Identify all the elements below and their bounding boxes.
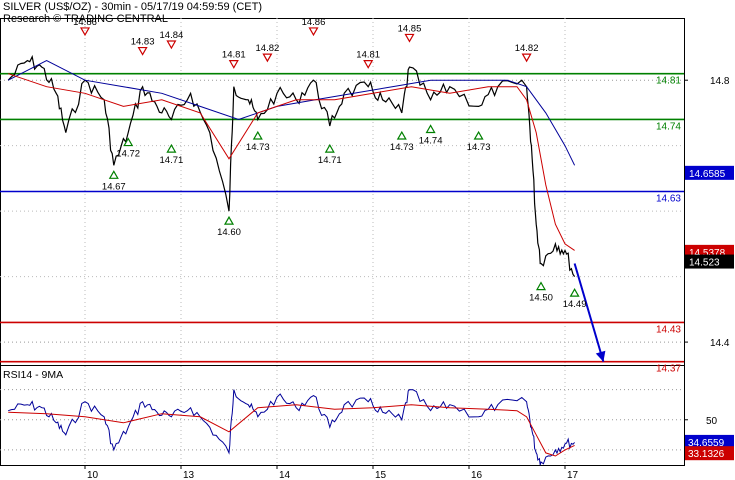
swing-high-label: 14.81 — [356, 50, 380, 61]
price-series — [7, 54, 606, 466]
level-label: 14.74 — [656, 121, 681, 132]
swing-high-marker — [166, 40, 177, 50]
swing-markers: 14.86 14.83 14.84 14.81 14.82 14.86 14.81 14.85… — [73, 17, 586, 310]
swing-high-label: 14.86 — [73, 17, 97, 28]
swing-low-label: 14.71 — [318, 155, 342, 166]
swing-low-marker — [473, 130, 484, 140]
swing-low-label: 14.73 — [246, 142, 270, 153]
plot-frame — [0, 18, 685, 466]
forecast-arrow-line — [573, 263, 605, 363]
x-axis-label: 14 — [279, 470, 291, 480]
x-axis-label: 17 — [567, 470, 579, 480]
x-axis-label: 13 — [183, 470, 195, 480]
swing-high-label: 14.84 — [160, 30, 184, 41]
swing-high-label: 14.86 — [302, 17, 326, 28]
swing-low-marker — [166, 143, 177, 153]
price-axis-label: 14.8 — [710, 76, 730, 87]
frame — [0, 18, 685, 466]
swing-low-label: 14.49 — [563, 299, 587, 310]
price-axis-label: 14.4 — [710, 338, 730, 349]
swing-high-marker — [404, 33, 415, 43]
swing-high-marker — [228, 60, 239, 69]
rsi-title: RSI14 - 9MA — [3, 369, 63, 381]
level-label: 14.37 — [656, 364, 681, 375]
swing-low-label: 14.73 — [390, 142, 414, 153]
swing-high-label: 14.81 — [222, 50, 246, 61]
level-label: 14.81 — [656, 76, 681, 87]
rsi-ma-line — [8, 404, 575, 457]
chart-canvas: 14.8114.7414.6314.4314.37 14.8614.8314.8… — [0, 17, 734, 480]
x-axis-label: 16 — [471, 470, 483, 480]
swing-low-label: 14.73 — [467, 142, 491, 153]
swing-low-label: 14.50 — [529, 293, 553, 304]
swing-low-marker — [223, 215, 235, 225]
swing-high-label: 14.82 — [256, 43, 280, 54]
price-value-label: 14.6585 — [689, 169, 726, 180]
rsi-axis-label: 50 — [706, 416, 718, 427]
level-label: 14.63 — [656, 194, 681, 205]
swing-high-label: 14.82 — [515, 43, 539, 54]
swing-low-marker — [535, 281, 547, 291]
ma-fast-line — [8, 73, 575, 251]
swing-low-label: 14.60 — [217, 227, 241, 238]
rsi-value-label: 33.1326 — [688, 449, 725, 460]
swing-high-marker — [79, 27, 91, 37]
swing-low-label: 14.74 — [419, 135, 443, 146]
rsi-line — [8, 389, 575, 466]
swing-high-marker — [137, 46, 148, 56]
swing-low-label: 14.72 — [116, 149, 140, 160]
level-label: 14.43 — [656, 324, 681, 335]
price-value-label: 14.523 — [689, 258, 720, 269]
level-lines: 14.81 14.74 14.63 14.43 14.37 — [0, 72, 684, 375]
swing-low-marker — [108, 170, 119, 179]
swing-low-marker — [396, 130, 407, 140]
swing-high-label: 14.85 — [398, 23, 422, 34]
swing-high-marker — [363, 60, 374, 69]
swing-low-marker — [425, 124, 436, 134]
swing-low-marker — [252, 130, 263, 140]
x-axis-label: 15 — [375, 470, 387, 480]
swing-high-marker — [521, 53, 532, 63]
swing-low-label: 14.67 — [102, 181, 126, 192]
swing-high-marker — [308, 27, 319, 37]
x-axis-label: 10 — [87, 470, 99, 480]
price-line — [7, 54, 576, 277]
swing-low-marker — [324, 143, 335, 153]
swing-low-marker — [569, 287, 580, 297]
swing-low-label: 14.71 — [160, 155, 184, 166]
swing-high-marker — [262, 53, 273, 63]
swing-high-label: 14.83 — [131, 37, 155, 48]
